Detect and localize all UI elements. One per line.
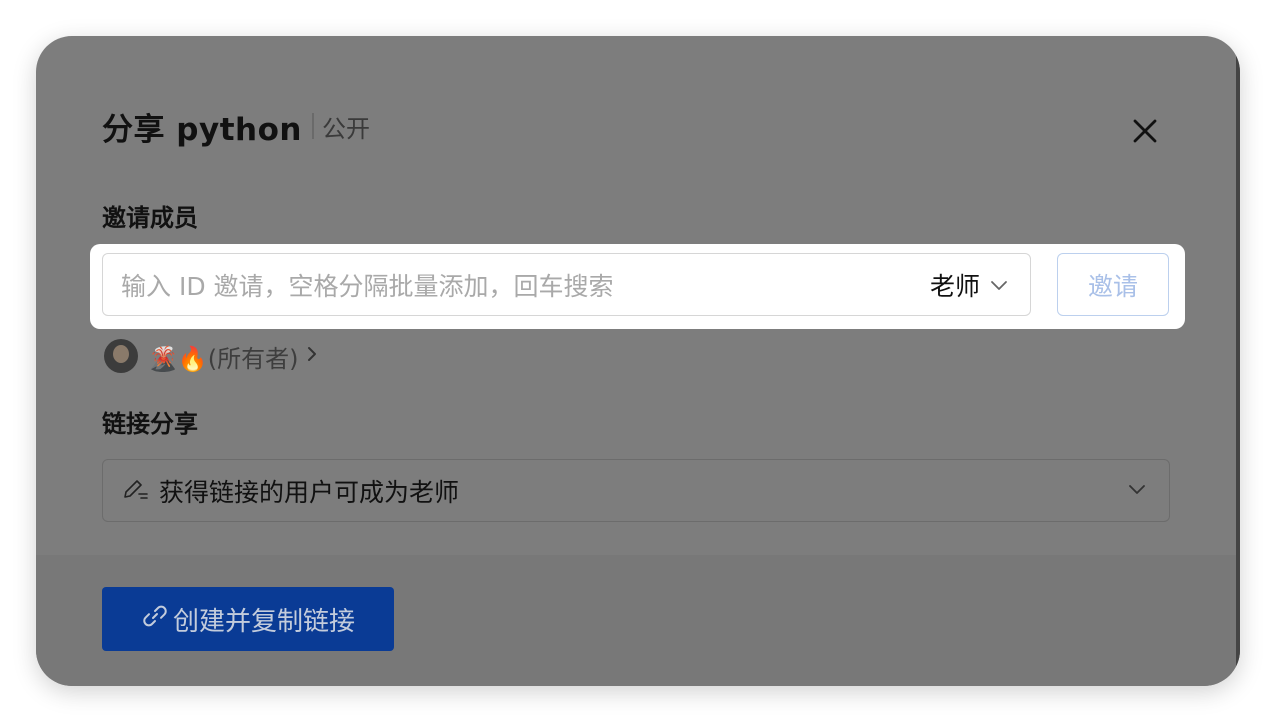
invite-button[interactable]: 邀请 [1057, 253, 1169, 316]
chevron-down-icon [991, 280, 1007, 290]
create-copy-link-label: 创建并复制链接 [172, 606, 355, 637]
owner-avatar [104, 339, 138, 373]
title-divider [311, 113, 314, 139]
share-dialog: 分享 python 公开 邀请成员 输入 ID 邀请，空格分隔批量添加，回车搜索… [36, 36, 1240, 686]
link-icon [141, 602, 169, 637]
screenshot-stage: 分享 python 公开 邀请成员 输入 ID 邀请，空格分隔批量添加，回车搜索… [0, 0, 1276, 722]
link-permission-value: 获得链接的用户可成为老师 [159, 477, 460, 507]
owner-label: 🌋🔥(所有者) [148, 344, 299, 373]
invite-placeholder: 输入 ID 邀请，空格分隔批量添加，回车搜索 [121, 271, 614, 301]
chevron-down-icon [1127, 479, 1147, 503]
dialog-title: 分享 python [102, 111, 302, 148]
role-select-value: 老师 [929, 271, 980, 301]
role-select[interactable]: 老师 [930, 267, 1008, 303]
link-permission-select[interactable]: 获得链接的用户可成为老师 [102, 459, 1170, 522]
close-icon[interactable] [1130, 116, 1160, 146]
visibility-status: 公开 [321, 114, 370, 143]
owner-row[interactable]: 🌋🔥(所有者) [104, 338, 319, 374]
invite-section-label: 邀请成员 [102, 204, 198, 232]
dialog-header: 分享 python 公开 [102, 106, 370, 148]
create-copy-link-button[interactable]: 创建并复制链接 [102, 587, 394, 651]
invite-search-input[interactable]: 输入 ID 邀请，空格分隔批量添加，回车搜索 老师 [102, 253, 1031, 316]
edit-pen-icon [121, 476, 149, 506]
chevron-right-icon [305, 344, 319, 369]
dialog-edge [1236, 36, 1240, 686]
link-share-section-label: 链接分享 [102, 410, 198, 438]
